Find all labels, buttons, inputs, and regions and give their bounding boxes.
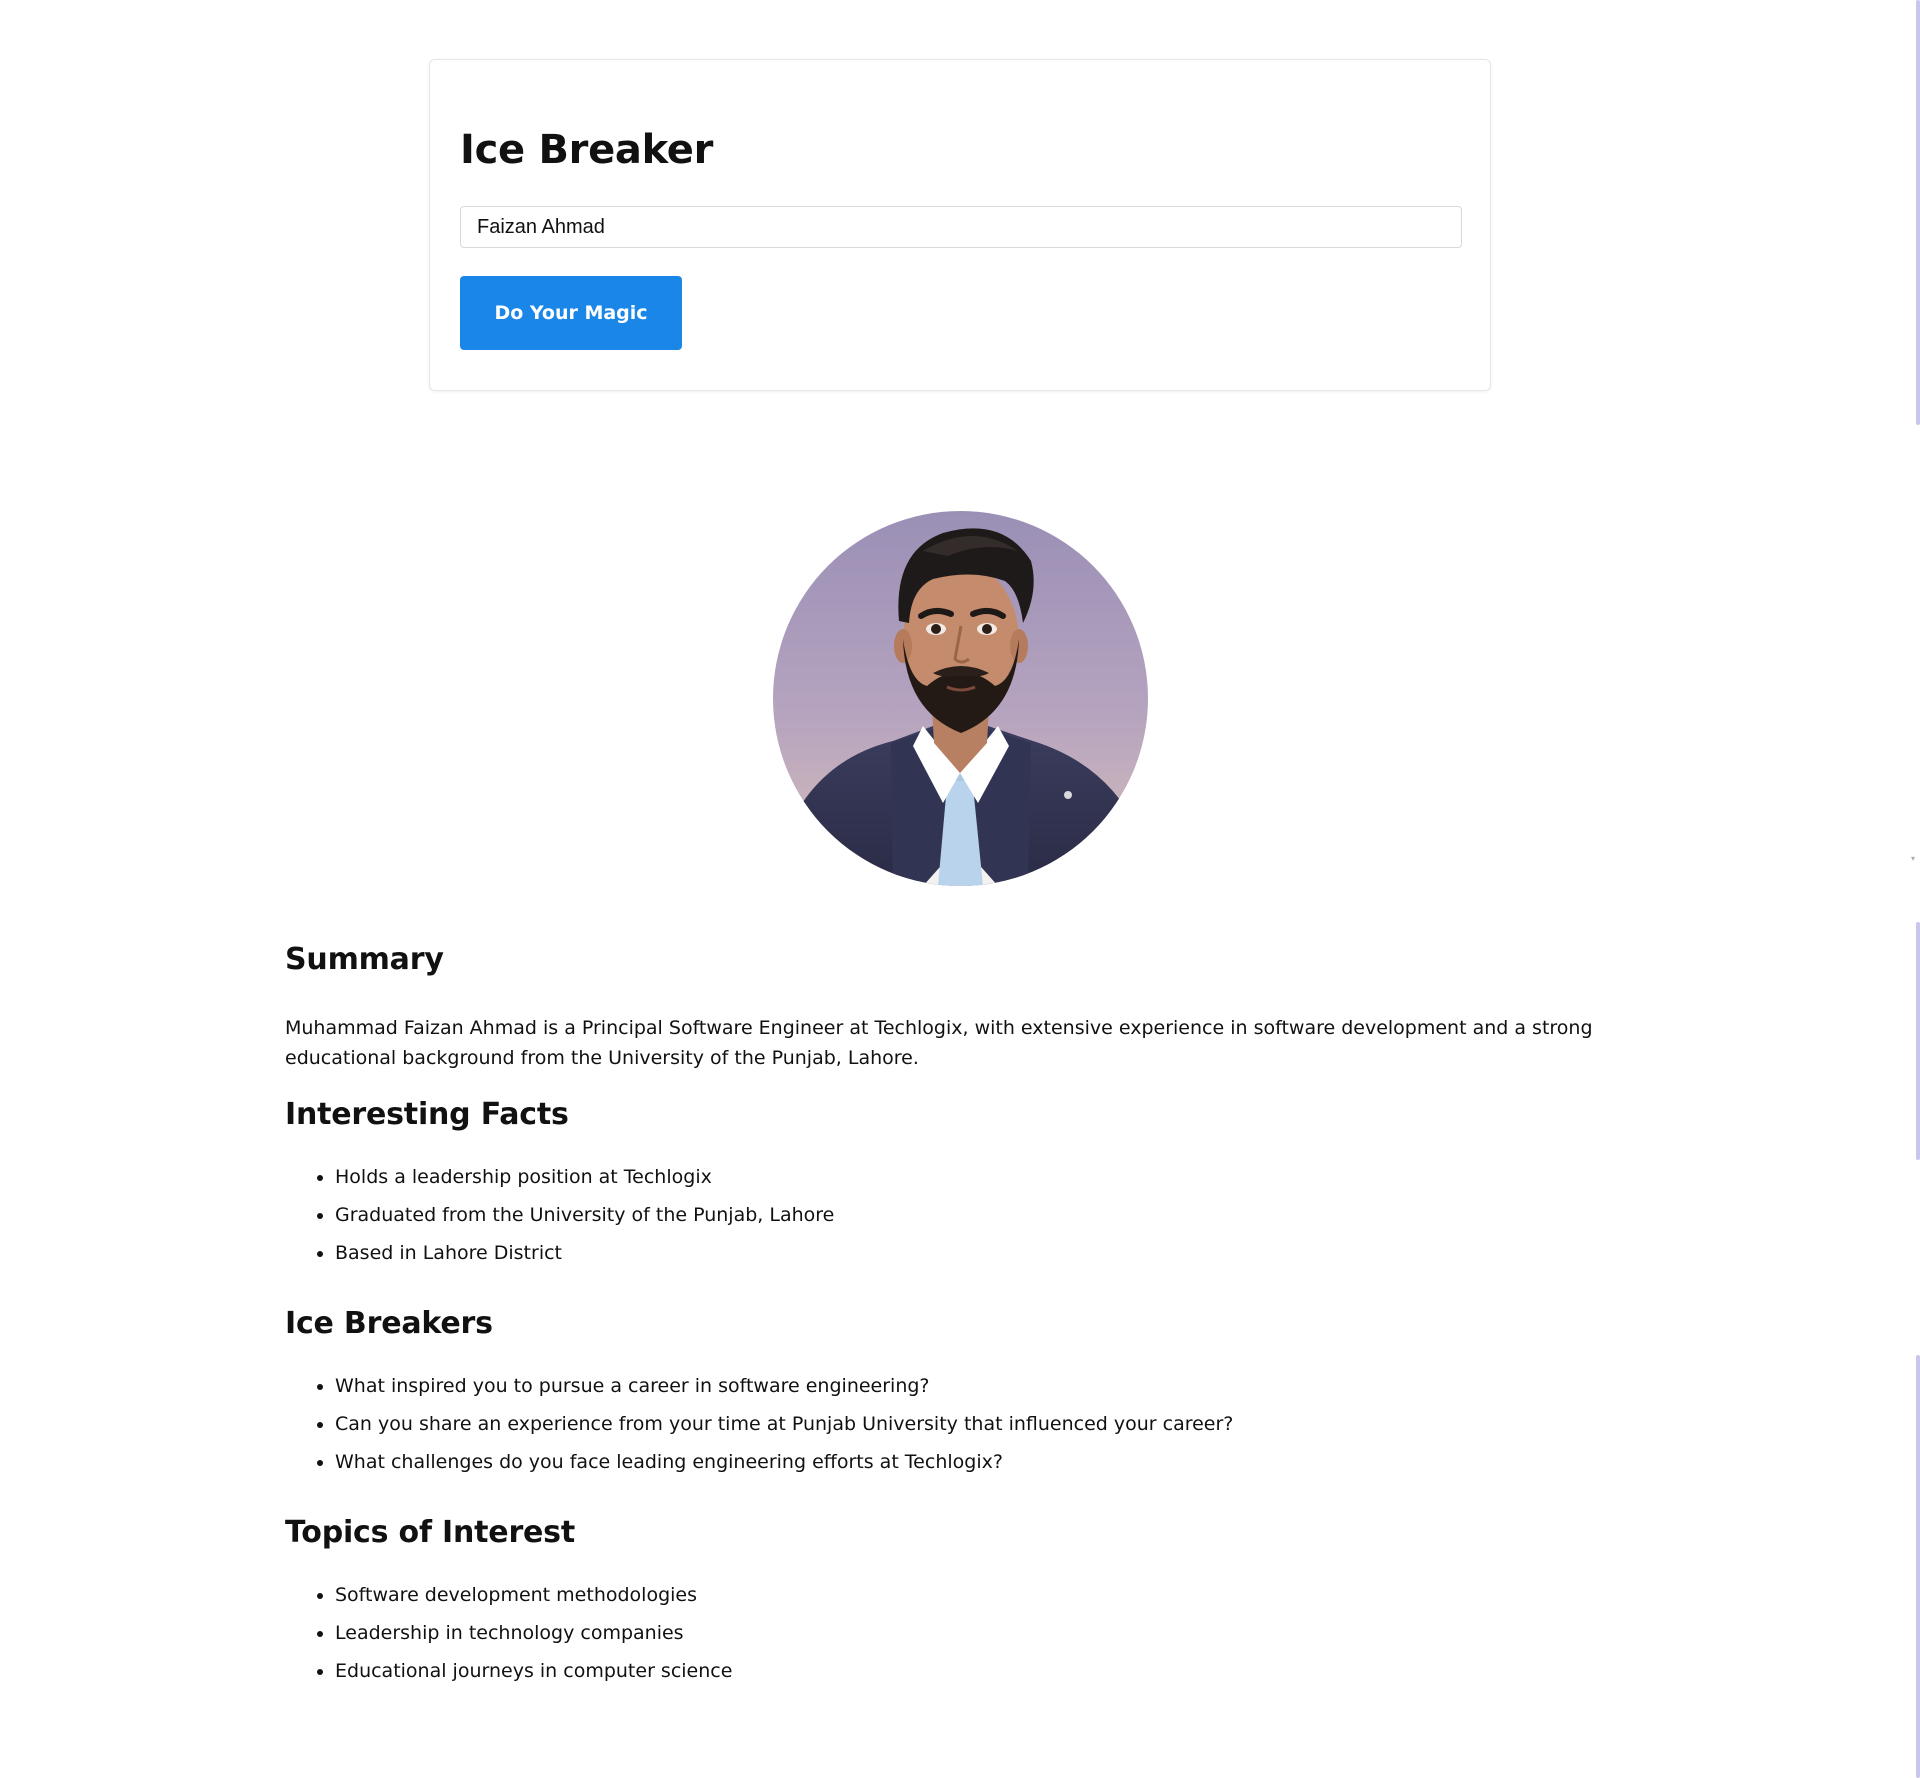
page: Ice Breaker Do Your Magic (0, 0, 1920, 1778)
search-card: Ice Breaker Do Your Magic (429, 59, 1491, 391)
scroll-down-icon[interactable]: ▾ (1911, 854, 1915, 863)
page-title-wrap: Ice Breaker (460, 126, 713, 174)
summary-text: Muhammad Faizan Ahmad is a Principal Sof… (285, 1017, 1593, 1069)
facts-list: Holds a leadership position at Techlogix… (285, 1158, 834, 1272)
list-item: What inspired you to pursue a career in … (335, 1367, 1233, 1405)
list-item: What challenges do you face leading engi… (335, 1443, 1233, 1481)
list-item: Graduated from the University of the Pun… (335, 1196, 834, 1234)
list-item: Software development methodologies (335, 1576, 732, 1614)
facts-heading: Interesting Facts (285, 1097, 569, 1132)
list-item: Based in Lahore District (335, 1234, 834, 1272)
do-your-magic-button[interactable]: Do Your Magic (460, 276, 682, 350)
page-title: Ice Breaker (460, 127, 714, 173)
scrollbar-track-segment (1916, 1355, 1920, 1778)
scrollbar[interactable]: ▾ (1908, 0, 1920, 1778)
scrollbar-track-segment (1916, 922, 1920, 1160)
summary-heading: Summary (285, 942, 444, 977)
profile-photo (773, 511, 1148, 886)
scrollbar-thumb[interactable] (1916, 0, 1920, 425)
list-item: Can you share an experience from your ti… (335, 1405, 1233, 1443)
topics-list: Software development methodologies Leade… (285, 1576, 732, 1690)
list-item: Leadership in technology companies (335, 1614, 732, 1652)
ice-breakers-heading: Ice Breakers (285, 1306, 493, 1341)
topics-heading: Topics of Interest (285, 1515, 575, 1550)
list-item: Educational journeys in computer science (335, 1652, 732, 1690)
name-input[interactable] (460, 206, 1462, 248)
list-item: Holds a leadership position at Techlogix (335, 1158, 834, 1196)
ice-breakers-list: What inspired you to pursue a career in … (285, 1367, 1233, 1481)
